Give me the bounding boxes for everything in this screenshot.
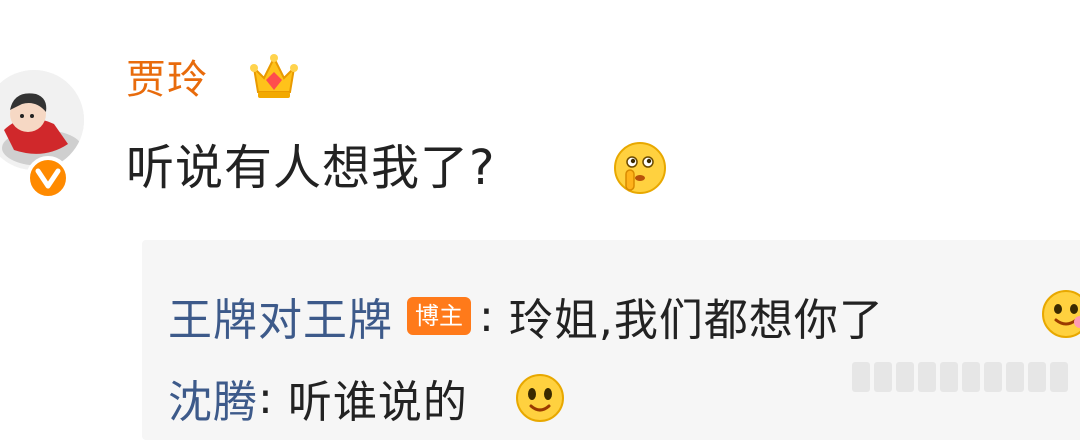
avatar-cartoon [0, 70, 84, 170]
blush-emoji-icon [1042, 290, 1080, 338]
watermark [852, 356, 1070, 398]
avatar[interactable] [0, 70, 84, 170]
blogger-tag: 博主 [407, 297, 471, 335]
reply-separator: : [258, 372, 274, 424]
reply-author-name[interactable]: 王牌对王牌 [168, 284, 393, 348]
reply-row[interactable]: 王牌对王牌 博主 : 玲姐,我们都想你了 [168, 284, 884, 348]
thinking-emoji-icon [614, 142, 666, 194]
reply-text: 玲姐,我们都想你了 [508, 295, 884, 346]
post-text: 听说有人想我了? [126, 140, 496, 196]
verified-badge-icon [26, 156, 70, 200]
reply-author-name[interactable]: 沈腾 [168, 366, 258, 430]
smile-emoji-icon [516, 374, 564, 422]
author-avatar-wrap[interactable] [0, 70, 84, 200]
author-name[interactable]: 贾玲 [126, 56, 208, 104]
reply-row[interactable]: 沈腾 : 听谁说的 [168, 366, 468, 430]
reply-separator: : [479, 290, 495, 342]
crown-icon [250, 54, 298, 98]
reply-text: 听谁说的 [287, 377, 468, 428]
